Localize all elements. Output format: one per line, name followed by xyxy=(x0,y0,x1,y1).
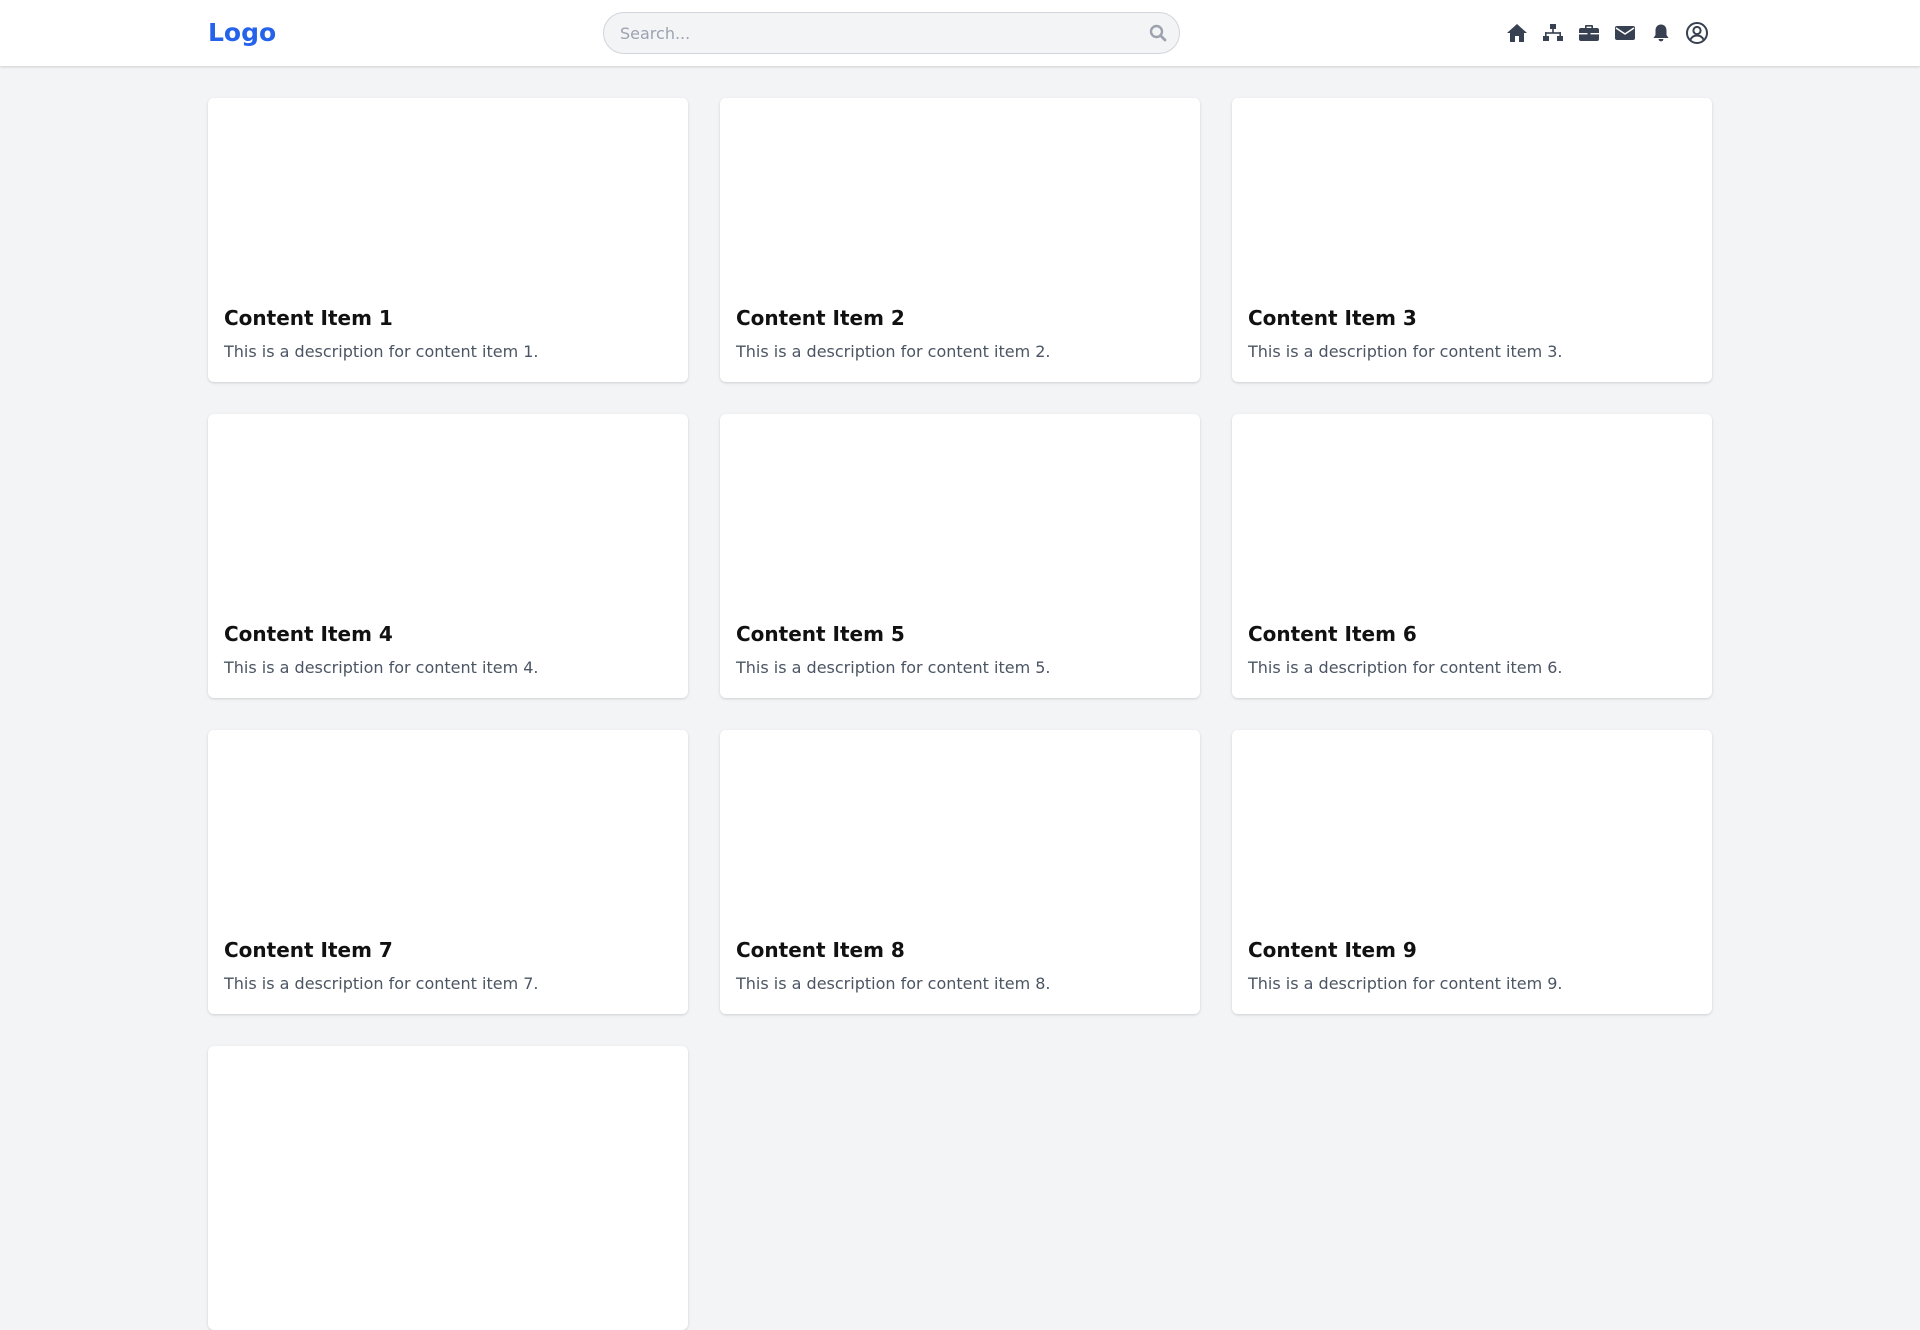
card-image xyxy=(720,414,1200,606)
card-title: Content Item 2 xyxy=(736,306,905,330)
home-icon[interactable] xyxy=(1504,20,1530,46)
card-image xyxy=(208,1046,688,1238)
card-title: Content Item 4 xyxy=(224,622,393,646)
user-circle-icon[interactable] xyxy=(1684,20,1710,46)
card-description: This is a description for content item 8… xyxy=(736,974,1051,993)
card-image xyxy=(208,414,688,606)
content-card[interactable]: Content Item 3 This is a description for… xyxy=(1232,98,1712,382)
card-description: This is a description for content item 3… xyxy=(1248,342,1563,361)
card-title: Content Item 3 xyxy=(1248,306,1417,330)
content-card[interactable]: Content Item 7 This is a description for… xyxy=(208,730,688,1014)
content-card[interactable]: Content Item 4 This is a description for… xyxy=(208,414,688,698)
content-card[interactable]: Content Item 5 This is a description for… xyxy=(720,414,1200,698)
content-card[interactable]: Content Item 6 This is a description for… xyxy=(1232,414,1712,698)
content-card[interactable] xyxy=(208,1046,688,1330)
content-grid: Content Item 1 This is a description for… xyxy=(208,98,1712,1330)
content-card[interactable]: Content Item 8 This is a description for… xyxy=(720,730,1200,1014)
top-navbar: Logo xyxy=(0,0,1920,66)
card-description: This is a description for content item 4… xyxy=(224,658,539,677)
card-title: Content Item 7 xyxy=(224,938,393,962)
card-description: This is a description for content item 5… xyxy=(736,658,1051,677)
card-title: Content Item 6 xyxy=(1248,622,1417,646)
content-card[interactable]: Content Item 2 This is a description for… xyxy=(720,98,1200,382)
card-description: This is a description for content item 7… xyxy=(224,974,539,993)
content-card[interactable]: Content Item 9 This is a description for… xyxy=(1232,730,1712,1014)
search-bar xyxy=(603,12,1180,54)
card-title: Content Item 9 xyxy=(1248,938,1417,962)
card-description: This is a description for content item 6… xyxy=(1248,658,1563,677)
card-description: This is a description for content item 1… xyxy=(224,342,539,361)
nav-icon-bar xyxy=(1504,20,1710,46)
card-description: This is a description for content item 2… xyxy=(736,342,1051,361)
card-image xyxy=(1232,98,1712,290)
logo[interactable]: Logo xyxy=(208,16,276,49)
search-input[interactable] xyxy=(603,12,1180,54)
card-image xyxy=(1232,414,1712,606)
card-title: Content Item 5 xyxy=(736,622,905,646)
card-image xyxy=(208,98,688,290)
content-card[interactable]: Content Item 1 This is a description for… xyxy=(208,98,688,382)
bell-icon[interactable] xyxy=(1648,20,1674,46)
search-icon[interactable] xyxy=(1148,23,1168,43)
card-image xyxy=(720,98,1200,290)
envelope-icon[interactable] xyxy=(1612,20,1638,46)
card-image xyxy=(720,730,1200,922)
card-title: Content Item 1 xyxy=(224,306,393,330)
briefcase-icon[interactable] xyxy=(1576,20,1602,46)
card-title: Content Item 8 xyxy=(736,938,905,962)
sitemap-icon[interactable] xyxy=(1540,20,1566,46)
card-description: This is a description for content item 9… xyxy=(1248,974,1563,993)
card-image xyxy=(208,730,688,922)
card-image xyxy=(1232,730,1712,922)
